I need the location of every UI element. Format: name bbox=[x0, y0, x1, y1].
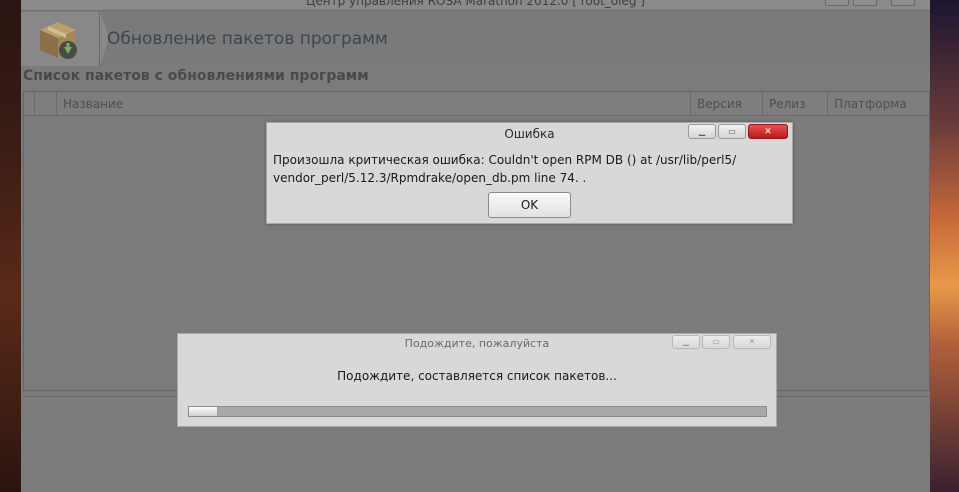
column-header-platform[interactable]: Платформа bbox=[827, 92, 929, 116]
error-message: Произошла критическая ошибка: Couldn't o… bbox=[273, 151, 773, 187]
minimize-icon: ▁ bbox=[682, 337, 690, 346]
wait-message: Подождите, составляется список пакетов..… bbox=[337, 369, 617, 383]
package-update-icon bbox=[40, 22, 77, 59]
main-minimize-button[interactable] bbox=[825, 0, 849, 6]
error-minimize-button[interactable]: ▁ bbox=[688, 124, 716, 139]
desktop-wallpaper-left bbox=[0, 0, 21, 492]
maximize-icon: ▭ bbox=[728, 126, 736, 136]
column-header-expander[interactable] bbox=[24, 92, 34, 116]
column-header-release[interactable]: Релиз bbox=[762, 92, 827, 116]
ok-button[interactable]: OK bbox=[488, 192, 571, 218]
column-header-name[interactable]: Название bbox=[56, 92, 690, 116]
progress-bar bbox=[188, 406, 767, 417]
column-header-version[interactable]: Версия bbox=[690, 92, 762, 116]
wait-minimize-button[interactable]: ▁ bbox=[672, 335, 700, 349]
wait-maximize-button[interactable]: ▭ bbox=[702, 335, 730, 349]
error-message-line-1: Произошла критическая ошибка: Couldn't o… bbox=[273, 153, 737, 167]
wait-dialog: Подождите, пожалуйста ▁ ▭ ✕ Подождите, с… bbox=[177, 333, 777, 427]
error-dialog: Ошибка ▁ ▭ ✕ Произошла критическая ошибк… bbox=[266, 122, 793, 224]
header-icon-box bbox=[21, 12, 100, 66]
page-title: Обновление пакетов программ bbox=[107, 29, 388, 49]
close-icon: ✕ bbox=[748, 337, 756, 346]
maximize-icon: ▭ bbox=[712, 337, 720, 346]
desktop-wallpaper-right bbox=[930, 0, 959, 492]
minimize-icon: ▁ bbox=[698, 126, 706, 136]
main-titlebar[interactable]: Центр управления ROSA Marathon 2012.0 [ … bbox=[21, 0, 930, 11]
main-close-button[interactable] bbox=[891, 0, 915, 6]
error-maximize-button[interactable]: ▭ bbox=[718, 124, 746, 139]
error-message-line-2: vendor_perl/5.12.3/Rpmdrake/open_db.pm l… bbox=[273, 171, 587, 185]
header: Обновление пакетов программ bbox=[21, 11, 930, 66]
main-window-title: Центр управления ROSA Marathon 2012.0 [ … bbox=[306, 0, 645, 8]
column-header-check[interactable] bbox=[34, 92, 56, 116]
section-title: Список пакетов с обновлениями программ bbox=[23, 68, 369, 84]
progress-bar-fill bbox=[189, 407, 218, 416]
main-maximize-button[interactable] bbox=[853, 0, 877, 6]
wait-close-button[interactable]: ✕ bbox=[733, 335, 771, 349]
table-header: Название Версия Релиз Платформа bbox=[24, 92, 929, 116]
error-close-button[interactable]: ✕ bbox=[748, 124, 788, 139]
close-icon: ✕ bbox=[764, 126, 772, 137]
